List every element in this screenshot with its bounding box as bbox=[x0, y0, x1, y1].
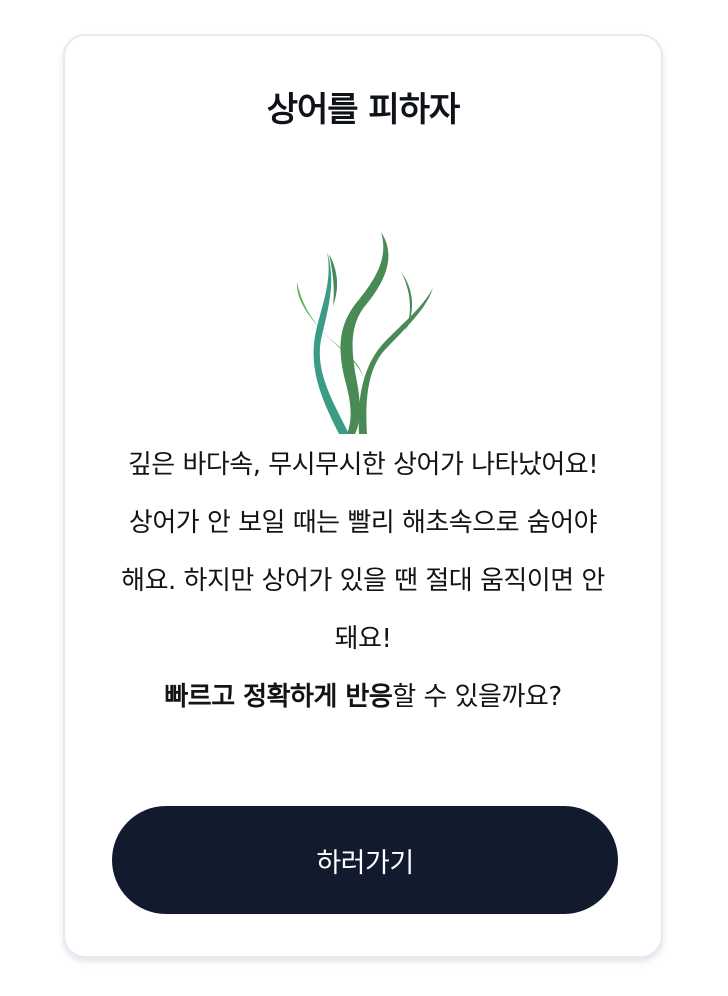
description-line-3: 빠르고 정확하게 반응할 수 있을까요? bbox=[105, 668, 621, 726]
description-emphasis: 빠르고 정확하게 반응 bbox=[164, 682, 393, 712]
description-line-3-rest: 할 수 있을까요? bbox=[392, 682, 562, 712]
game-title: 상어를 피하자 bbox=[266, 90, 461, 130]
description-line-2: 상어가 안 보일 때는 빨리 해초속으로 숨어야 해요. 하지만 상어가 있을 … bbox=[121, 508, 605, 654]
seaweed-right-branch bbox=[358, 288, 433, 434]
game-intro-card: 상어를 피하자 깊은 바다속, 무시무시한 상어가 나타났어요! 상어가 안 보… bbox=[63, 34, 663, 958]
seaweed-icon bbox=[296, 232, 433, 434]
start-game-button[interactable]: 하러가기 bbox=[112, 806, 618, 914]
description-line-1: 깊은 바다속, 무시무시한 상어가 나타났어요! bbox=[127, 450, 599, 480]
game-description: 깊은 바다속, 무시무시한 상어가 나타났어요! 상어가 안 보일 때는 빨리 … bbox=[105, 436, 621, 726]
